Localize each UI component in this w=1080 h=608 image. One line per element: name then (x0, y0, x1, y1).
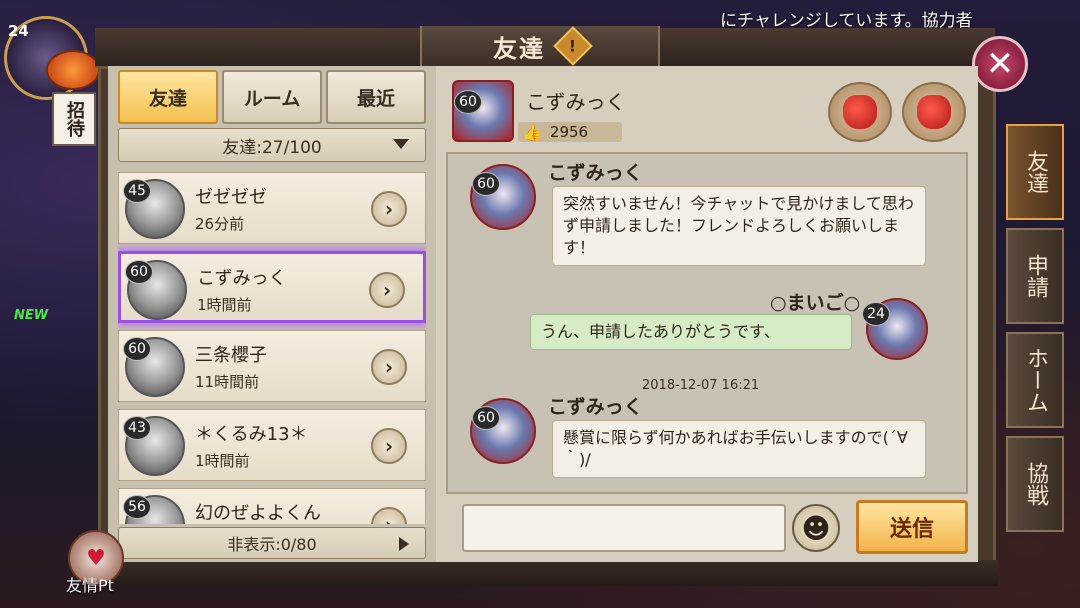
friend-count-label: 友達:27/100 (222, 137, 322, 158)
last-seen: 26分前 (195, 215, 245, 233)
message-timestamp: 2018-12-07 16:21 (642, 378, 760, 393)
tab-friends[interactable]: 友達 (118, 70, 218, 124)
list-item[interactable]: 60 三条櫻子 11時間前 › (118, 330, 426, 402)
send-button[interactable]: 送信 (856, 500, 968, 554)
chevron-right-icon[interactable]: › (371, 428, 407, 464)
tab-room[interactable]: ルーム (222, 70, 322, 124)
friend-name: 幻のぜよよくん (195, 503, 321, 524)
last-seen: 11時間前 (195, 373, 260, 391)
chevron-right-icon[interactable]: › (371, 191, 407, 227)
gift-bag-button[interactable] (828, 82, 892, 142)
level-badge: 45 (123, 179, 151, 203)
level-badge: 60 (123, 337, 151, 361)
last-seen: 1時間前 (197, 296, 252, 314)
list-item[interactable]: 56 幻のぜよよくん › (118, 488, 426, 524)
message-sender: こずみっく (548, 396, 643, 418)
level-badge: 60 (472, 406, 500, 430)
level-badge: 43 (123, 416, 151, 440)
friend-name: ゼゼゼゼ (195, 187, 267, 208)
message-bubble: うん、申請したありがとうです、 (530, 314, 852, 350)
list-item[interactable]: 45 ゼゼゼゼ 26分前 › (118, 172, 426, 244)
like-count[interactable]: 👍 2956 (518, 122, 622, 142)
friend-count-dropdown[interactable]: 友達:27/100 (118, 128, 426, 162)
tab-recent[interactable]: 最近 (326, 70, 426, 124)
new-badge: NEW (14, 308, 49, 323)
side-tab-coop[interactable]: 協戦 (1006, 436, 1064, 532)
help-icon[interactable]: ! (553, 26, 593, 66)
level-badge: 24 (862, 302, 890, 326)
last-seen: 1時間前 (195, 452, 250, 470)
dialog-title: 友達 (493, 33, 545, 63)
emoji-icon[interactable]: ☻ (792, 504, 840, 552)
level-badge: 60 (125, 260, 153, 284)
dialog-footer (98, 560, 998, 586)
friend-list: 45 ゼゼゼゼ 26分前 › 60 こずみっく 1時間前 › 60 三条櫻子 1… (118, 172, 426, 524)
message-sender: こずみっく (548, 162, 643, 184)
chevron-right-icon[interactable]: › (371, 349, 407, 385)
chevron-right-icon[interactable]: › (369, 272, 405, 308)
dialog-title-plate: 友達 ! (420, 26, 660, 68)
hidden-count-label: 非表示:0/80 (227, 535, 317, 554)
chevron-right-icon (399, 537, 409, 551)
side-tab-home[interactable]: ホーム (1006, 332, 1064, 428)
like-count-value: 2956 (549, 123, 589, 141)
chat-history[interactable]: 60 こずみっく 突然すいません！今チャットで見かけまして思わず申請しました！フ… (446, 152, 968, 494)
side-tab-friends[interactable]: 友達 (1006, 124, 1064, 220)
side-navigation: 友達 申請 ホーム 協戦 (1006, 124, 1064, 532)
message-sender: ○まいご○ (770, 292, 861, 314)
lucky-bag-icon (917, 95, 951, 129)
level-badge: 60 (472, 172, 500, 196)
list-item[interactable]: 60 こずみっく 1時間前 › (118, 251, 426, 323)
lantern-icon[interactable] (46, 50, 100, 90)
chevron-right-icon[interactable]: › (371, 507, 407, 524)
message-bubble: 突然すいません！今チャットで見かけまして思わず申請しました！フレンドよろしくお願… (552, 186, 926, 266)
chat-input[interactable] (462, 504, 786, 552)
player-level: 24 (8, 22, 29, 40)
message-bubble: 懸賞に限らず何かあればお手伝いしますので(´∀｀)/ (552, 420, 926, 478)
close-button[interactable]: ✕ (972, 36, 1028, 92)
list-tabs: 友達 ルーム 最近 (118, 70, 426, 124)
friend-name: こずみっく (197, 268, 287, 289)
friend-name: ＊くるみ13＊ (195, 424, 308, 445)
invite-button[interactable]: 招待 (52, 92, 96, 146)
gift-bag-icon (843, 95, 877, 129)
profile-level-badge: 60 (454, 90, 482, 114)
level-badge: 56 (123, 495, 151, 519)
friendship-points-label: 友情Pt (66, 576, 114, 595)
hidden-count-button[interactable]: 非表示:0/80 (118, 527, 426, 559)
friend-name: 三条櫻子 (195, 345, 267, 366)
chevron-down-icon (393, 139, 409, 149)
profile-name: こずみっく (526, 90, 626, 114)
thumbs-up-icon: 👍 (522, 122, 542, 142)
list-item[interactable]: 43 ＊くるみ13＊ 1時間前 › (118, 409, 426, 481)
side-tab-requests[interactable]: 申請 (1006, 228, 1064, 324)
gift-bag-button[interactable] (902, 82, 966, 142)
